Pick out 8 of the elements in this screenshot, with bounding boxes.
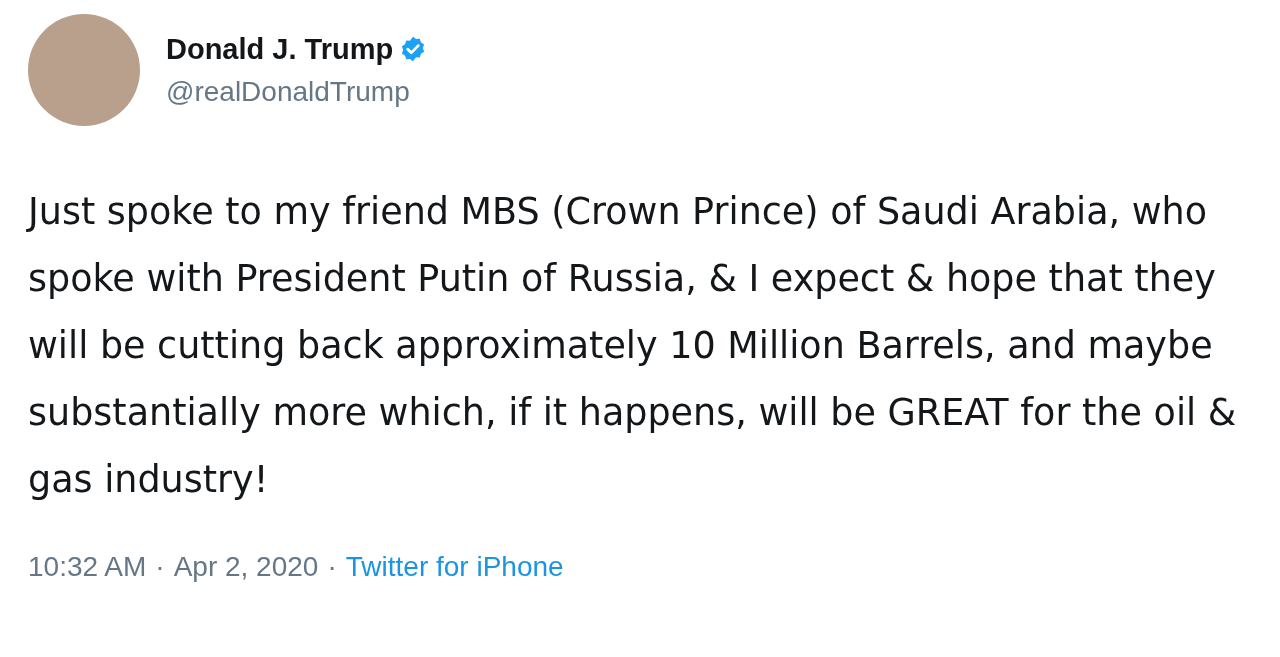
- tweet-date[interactable]: Apr 2, 2020: [173, 551, 319, 583]
- author-handle[interactable]: @realDonaldTrump: [166, 75, 428, 108]
- author-name[interactable]: Donald J. Trump: [166, 32, 394, 66]
- tweet-text: Just spoke to my friend MBS (Crown Prince) of Saudi Arabia, who spoke with President Putin of Russia, & I expect & hope that they will be cutting back approximately 10 Million Barrels, and maybe substantially more which, if it happens, will be GREAT for the oil & gas industry!: [28, 189, 1238, 503]
- separator: ·: [155, 551, 165, 583]
- tweet-time[interactable]: 10:32 AM: [28, 551, 147, 583]
- separator: ·: [327, 551, 337, 583]
- source-link[interactable]: Twitter for iPhone: [345, 551, 564, 583]
